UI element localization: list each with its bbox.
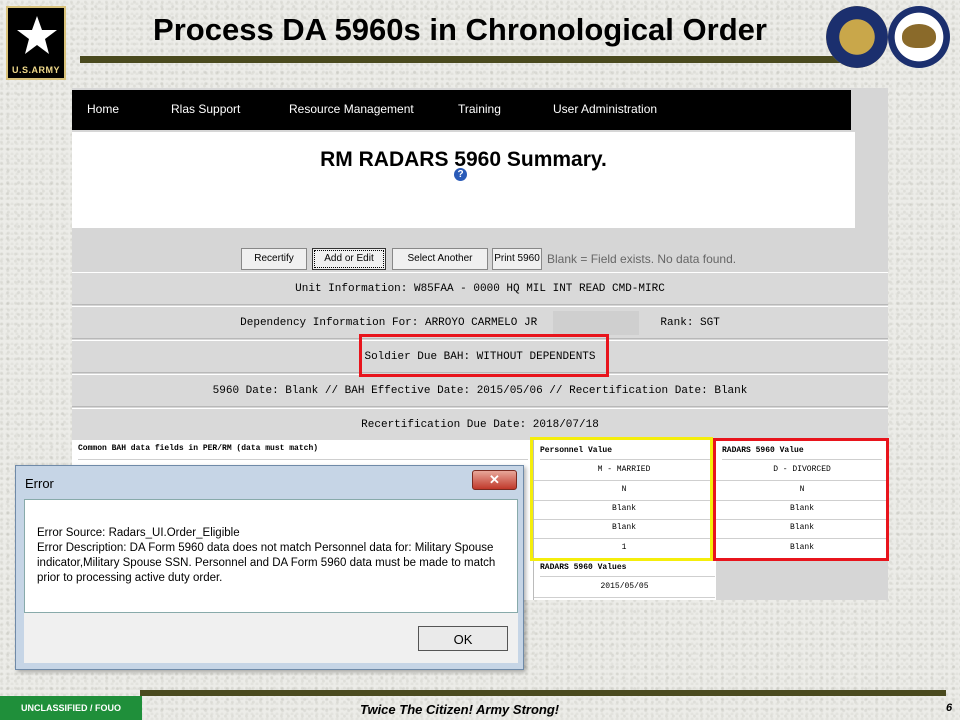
radars-values-subheader: RADARS 5960 Values	[540, 563, 715, 577]
eagle-seal-icon	[888, 6, 950, 68]
nav-training[interactable]: Training	[458, 102, 501, 116]
rank-text: Rank: SGT	[660, 317, 720, 329]
recertify-button[interactable]: Recertify 5960	[241, 248, 307, 284]
question-icon[interactable]: ?	[454, 168, 467, 181]
slogan: Twice The Citizen! Army Strong!	[360, 702, 560, 717]
nav-home[interactable]: Home	[87, 102, 119, 116]
unit-info-row: Unit Information: W85FAA - 0000 HQ MIL I…	[72, 272, 888, 305]
personnel-highlight-box	[530, 437, 713, 561]
nav-resource-management[interactable]: Resource Management	[289, 102, 414, 116]
error-source-text: Error Source: Radars_UI.Order_Eligible	[37, 527, 240, 539]
dialog-title: Error	[25, 476, 54, 491]
common-fields-header: Common BAH data fields in PER/RM (data m…	[78, 444, 528, 460]
army-logo-text: U.S.ARMY	[11, 65, 60, 75]
classification-label: UNCLASSIFIED / FOUO	[0, 696, 142, 720]
slide-title: Process DA 5960s in Chronological Order	[153, 12, 767, 47]
error-dialog: Error ✕ Error Source: Radars_UI.Order_El…	[15, 465, 524, 670]
bah-highlight-box	[359, 334, 609, 377]
select-soldier-button[interactable]: Select Another Soldier	[392, 248, 488, 284]
star-icon	[17, 16, 57, 54]
page-number: 6	[946, 702, 953, 714]
recert-due-row: Recertification Due Date: 2018/07/18	[72, 408, 888, 441]
close-icon[interactable]: ✕	[472, 470, 517, 490]
radars-highlight-box	[713, 438, 889, 561]
redacted-field	[553, 311, 639, 335]
main-navbar: Home Rlas Support Resource Management Tr…	[72, 90, 851, 130]
nav-rlas-support[interactable]: Rlas Support	[171, 102, 240, 116]
nav-user-administration[interactable]: User Administration	[553, 102, 657, 116]
footer-bar	[140, 690, 946, 696]
dialog-body: Error Source: Radars_UI.Order_Eligible E…	[24, 499, 518, 613]
error-description-text: Error Description: DA Form 5960 data doe…	[37, 542, 496, 584]
ok-button[interactable]: OK	[418, 626, 508, 651]
dependency-text: Dependency Information For: ARROYO CARME…	[240, 317, 538, 329]
army-logo: U.S.ARMY	[6, 6, 66, 80]
dates-row: 5960 Date: Blank // BAH Effective Date: …	[72, 374, 888, 407]
summary-header: RM RADARS 5960 Summary. ?	[72, 132, 855, 228]
add-edit-button[interactable]: Add or Edit 5960	[312, 248, 386, 284]
army-reserve-seal-icon	[826, 6, 888, 68]
radars-values-date: 2015/05/05	[534, 580, 715, 598]
print-button[interactable]: Print 5960	[492, 248, 542, 270]
blank-legend: Blank = Field exists. No data found.	[547, 252, 737, 266]
title-underline	[80, 56, 840, 63]
